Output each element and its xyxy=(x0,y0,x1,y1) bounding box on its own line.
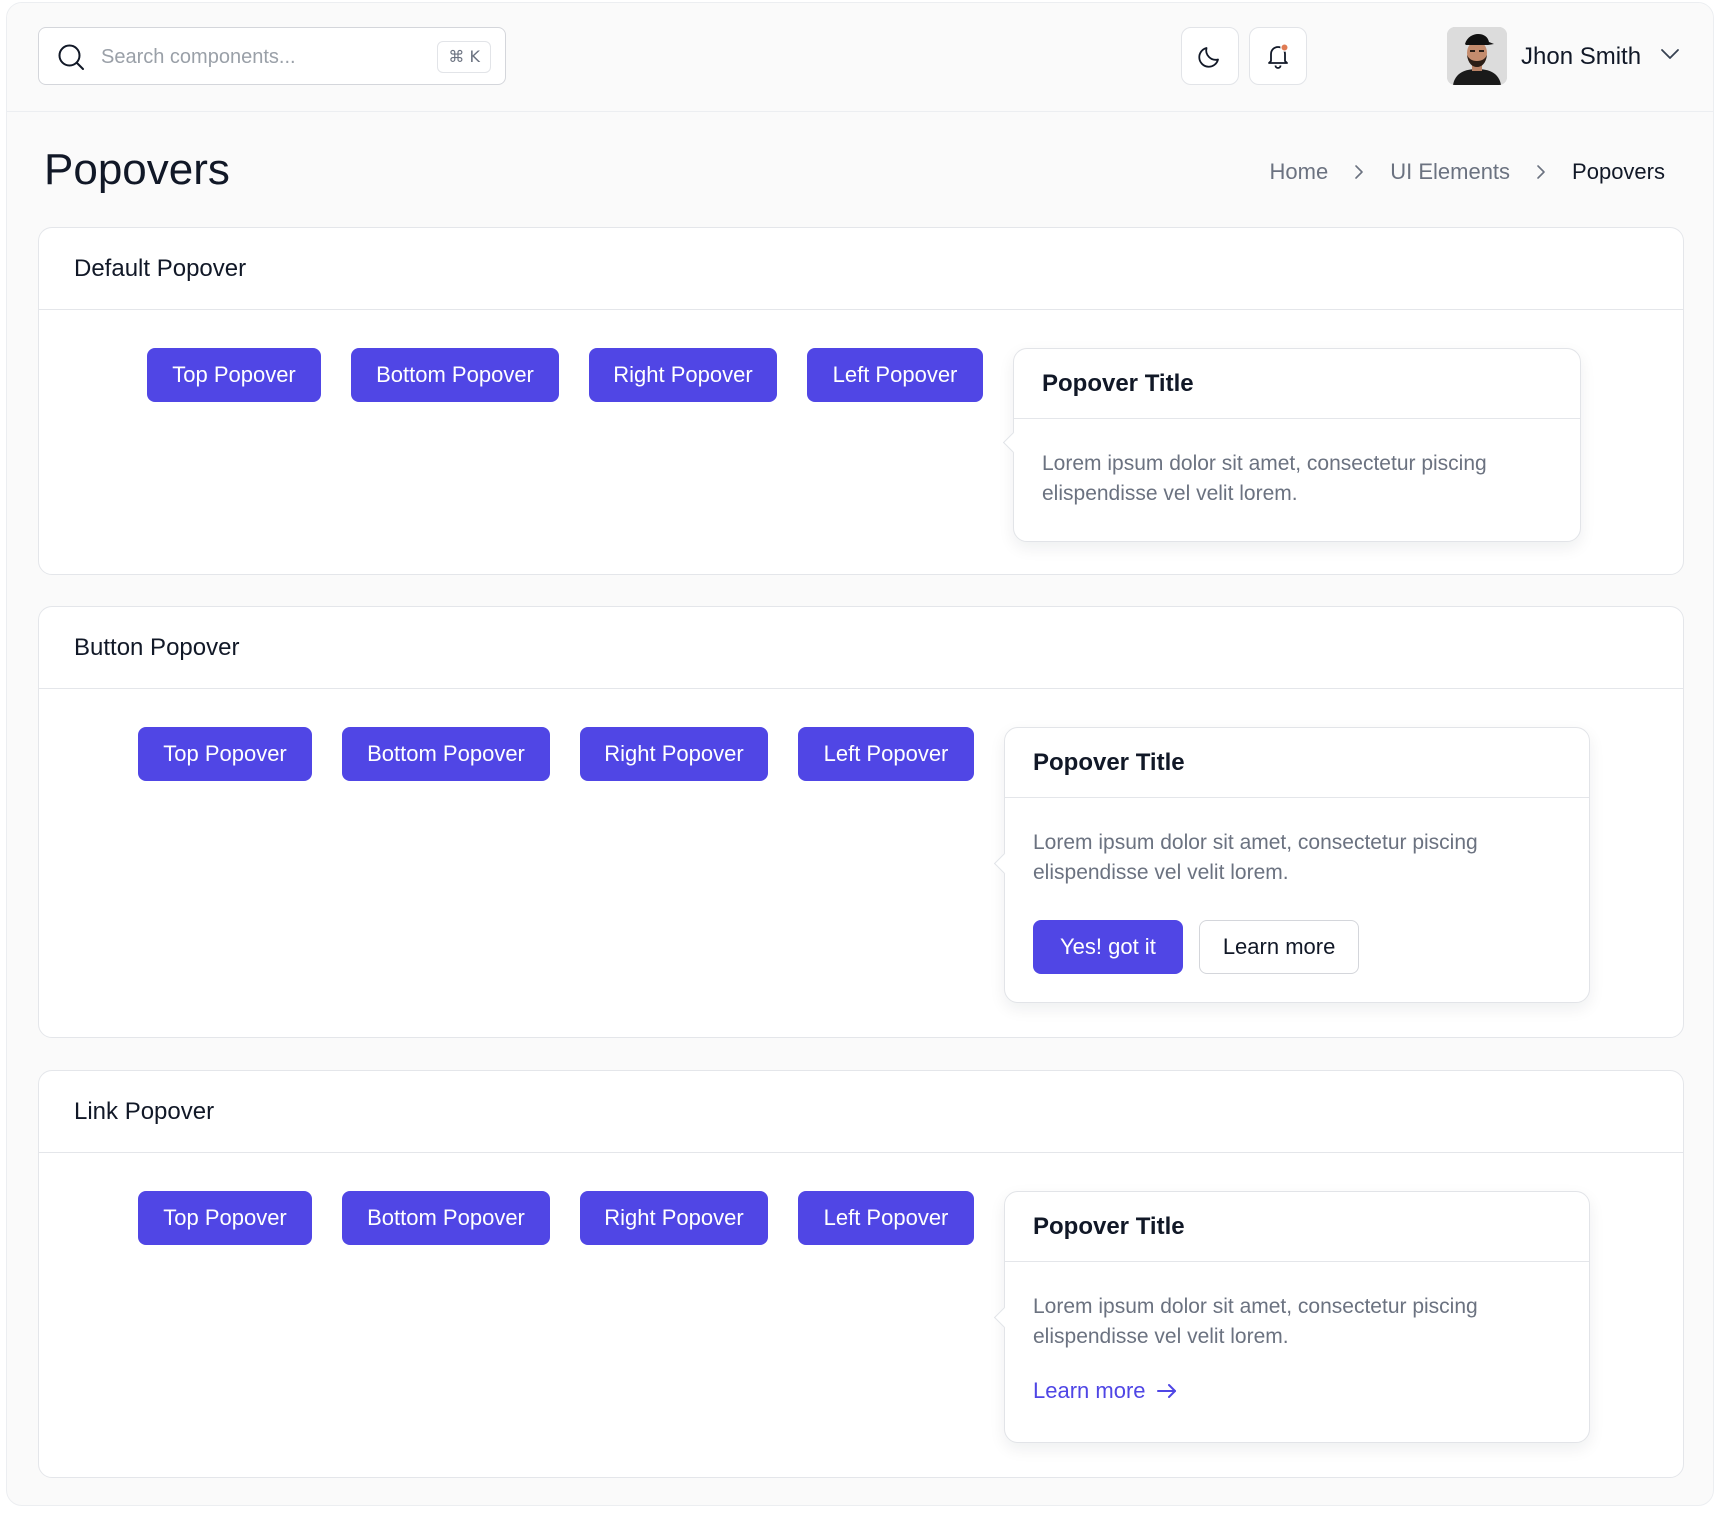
app-frame: ⌘ K Jhon xyxy=(6,2,1714,1506)
breadcrumb-current: Popovers xyxy=(1572,159,1665,184)
card-title: Link Popover xyxy=(39,1071,1683,1153)
search-shortcut-badge: ⌘ K xyxy=(437,41,491,73)
chevron-right-icon xyxy=(1354,164,1364,180)
popover-text-line: elispendisse vel velit lorem. xyxy=(1033,861,1289,884)
bottom-popover-button[interactable]: Bottom Popover xyxy=(342,727,550,781)
user-avatar-icon xyxy=(1447,27,1507,85)
learn-more-link[interactable]: Learn more xyxy=(1033,1378,1178,1404)
popover-body: Lorem ipsum dolor sit amet, consectetur … xyxy=(1005,1262,1589,1352)
right-popover-button[interactable]: Right Popover xyxy=(580,1191,768,1245)
learn-more-button[interactable]: Learn more xyxy=(1198,920,1360,974)
popover: Popover Title Lorem ipsum dolor sit amet… xyxy=(1002,348,1581,542)
left-popover-button[interactable]: Left Popover xyxy=(798,727,974,781)
popover-actions: Yes! got it Learn more xyxy=(1033,920,1360,974)
search-icon xyxy=(58,44,84,70)
breadcrumb-ui-elements[interactable]: UI Elements xyxy=(1390,159,1510,185)
card-title: Default Popover xyxy=(39,228,1683,310)
breadcrumb: Home UI Elements Popovers xyxy=(1270,159,1665,185)
popover-title: Popover Title xyxy=(1014,349,1580,419)
popover-title: Popover Title xyxy=(1005,728,1589,798)
button-popover-card: Button Popover Top Popover Bottom Popove… xyxy=(38,606,1684,1038)
notifications-button[interactable] xyxy=(1249,27,1307,85)
popover-title: Popover Title xyxy=(1005,1192,1589,1262)
left-popover-button[interactable]: Left Popover xyxy=(798,1191,974,1245)
avatar[interactable] xyxy=(1447,27,1507,85)
popover-text-line: elispendisse vel velit lorem. xyxy=(1042,482,1298,505)
theme-toggle-button[interactable] xyxy=(1181,27,1239,85)
popover: Popover Title Lorem ipsum dolor sit amet… xyxy=(993,1191,1590,1443)
learn-more-link-label: Learn more xyxy=(1033,1378,1146,1403)
top-bar: ⌘ K Jhon xyxy=(7,3,1713,112)
yes-got-it-button[interactable]: Yes! got it xyxy=(1033,920,1183,974)
top-popover-button[interactable]: Top Popover xyxy=(138,1191,312,1245)
bell-icon xyxy=(1268,43,1289,69)
popover-text-line: Lorem ipsum dolor sit amet, consectetur … xyxy=(1042,452,1487,475)
popover-text-line: Lorem ipsum dolor sit amet, consectetur … xyxy=(1033,831,1478,854)
top-popover-button[interactable]: Top Popover xyxy=(138,727,312,781)
default-popover-card: Default Popover Top Popover Bottom Popov… xyxy=(38,227,1684,575)
link-popover-card: Link Popover Top Popover Bottom Popover … xyxy=(38,1070,1684,1478)
left-popover-button[interactable]: Left Popover xyxy=(807,348,983,402)
bottom-popover-button[interactable]: Bottom Popover xyxy=(351,348,559,402)
moon-icon xyxy=(1198,47,1219,68)
popover-text-line: Lorem ipsum dolor sit amet, consectetur … xyxy=(1033,1295,1478,1318)
right-popover-button[interactable]: Right Popover xyxy=(589,348,777,402)
search-box[interactable]: ⌘ K xyxy=(38,27,506,85)
popover-text-line: elispendisse vel velit lorem. xyxy=(1033,1325,1289,1348)
top-popover-button[interactable]: Top Popover xyxy=(147,348,321,402)
chevron-right-icon xyxy=(1536,164,1546,180)
page-title: Popovers xyxy=(44,145,230,194)
breadcrumb-home[interactable]: Home xyxy=(1270,159,1329,185)
popover: Popover Title Lorem ipsum dolor sit amet… xyxy=(993,727,1590,1003)
chevron-down-icon[interactable] xyxy=(1660,47,1680,61)
search-input[interactable] xyxy=(99,42,423,72)
right-popover-button[interactable]: Right Popover xyxy=(580,727,768,781)
card-title: Button Popover xyxy=(39,607,1683,689)
bottom-popover-button[interactable]: Bottom Popover xyxy=(342,1191,550,1245)
popover-body: Lorem ipsum dolor sit amet, consectetur … xyxy=(1005,798,1589,888)
arrow-right-icon xyxy=(1156,1384,1176,1398)
user-name[interactable]: Jhon Smith xyxy=(1521,43,1641,71)
popover-body: Lorem ipsum dolor sit amet, consectetur … xyxy=(1014,419,1580,509)
